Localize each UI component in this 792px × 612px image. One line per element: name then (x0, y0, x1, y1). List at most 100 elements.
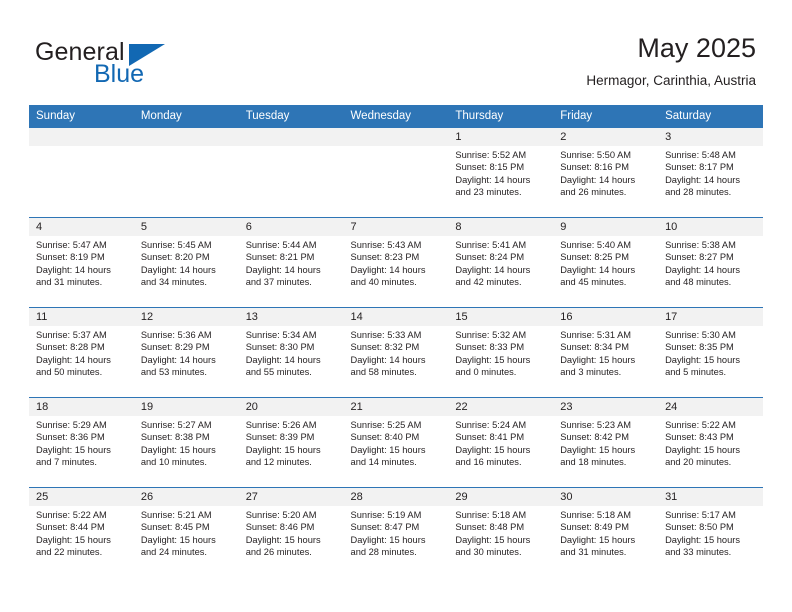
daylight-duration-line1: Daylight: 14 hours (350, 264, 426, 275)
page-masthead: General Blue May 2025 Hermagor, Carinthi… (0, 0, 792, 104)
day-number: 30 (553, 488, 659, 506)
logo-text-blue: Blue (94, 60, 145, 88)
daylight-duration-line2: and 48 minutes. (665, 277, 732, 288)
calendar-day-cell[interactable]: 5 Sunrise: 5:45 AM Sunset: 8:20 PM Daylight… (133, 217, 239, 308)
sunrise-time: Sunrise: 5:17 AM (665, 510, 736, 520)
calendar-day-cell[interactable]: 3 Sunrise: 5:48 AM Sunset: 8:17 PM Daylight… (658, 128, 763, 218)
sunrise-time: Sunrise: 5:22 AM (36, 510, 107, 520)
day-number: 23 (553, 398, 659, 416)
calendar-day-cell[interactable]: 14 Sunrise: 5:33 AM Sunset: 8:32 PM Dayligh… (343, 307, 449, 398)
sunset-time: Sunset: 8:43 PM (665, 432, 734, 443)
day-number: 31 (658, 488, 763, 506)
calendar-day-cell[interactable]: 20 Sunrise: 5:26 AM Sunset: 8:39 PM Dayligh… (238, 397, 344, 488)
sunset-time: Sunset: 8:24 PM (455, 252, 525, 263)
weekday-header-tuesday: Tuesday (238, 105, 344, 128)
day-number: 28 (343, 488, 449, 506)
sunset-time: Sunset: 8:23 PM (350, 252, 420, 263)
daylight-duration-line2: and 24 minutes. (140, 547, 207, 558)
sunrise-time: Sunrise: 5:33 AM (350, 330, 422, 340)
daylight-duration-line1: Daylight: 14 hours (245, 264, 321, 275)
day-cell-inner: 5 Sunrise: 5:45 AM Sunset: 8:20 PM Daylight… (133, 218, 239, 307)
day-cell-inner (343, 128, 449, 217)
sunrise-time: Sunrise: 5:27 AM (140, 420, 212, 430)
calendar-day-cell[interactable]: 30 Sunrise: 5:18 AM Sunset: 8:49 PM Dayligh… (553, 487, 659, 577)
calendar-week-row: 11 Sunrise: 5:37 AM Sunset: 8:28 PM Dayligh… (29, 307, 763, 398)
calendar-day-cell[interactable]: 21 Sunrise: 5:25 AM Sunset: 8:40 PM Dayligh… (343, 397, 449, 488)
day-cell-details: Sunrise: 5:22 AM Sunset: 8:44 PM Daylight:… (29, 506, 134, 559)
calendar-day-cell[interactable]: 7 Sunrise: 5:43 AM Sunset: 8:23 PM Daylight… (343, 217, 449, 308)
calendar-day-cell[interactable]: 26 Sunrise: 5:21 AM Sunset: 8:45 PM Dayligh… (133, 487, 239, 577)
day-number (238, 128, 344, 146)
day-cell-inner: 30 Sunrise: 5:18 AM Sunset: 8:49 PM Dayligh… (553, 488, 659, 577)
daylight-duration-line1: Daylight: 15 hours (245, 444, 321, 455)
calendar-day-cell[interactable]: 27 Sunrise: 5:20 AM Sunset: 8:46 PM Dayligh… (238, 487, 344, 577)
sunrise-time: Sunrise: 5:20 AM (245, 510, 317, 520)
calendar-day-cell[interactable]: 2 Sunrise: 5:50 AM Sunset: 8:16 PM Daylight… (553, 128, 659, 218)
day-cell-details: Sunrise: 5:21 AM Sunset: 8:45 PM Daylight:… (134, 506, 239, 559)
calendar-day-cell[interactable]: 19 Sunrise: 5:27 AM Sunset: 8:38 PM Dayligh… (133, 397, 239, 488)
day-cell-inner: 29 Sunrise: 5:18 AM Sunset: 8:48 PM Dayligh… (448, 488, 554, 577)
daylight-duration-line1: Daylight: 15 hours (560, 354, 636, 365)
sunrise-time: Sunrise: 5:47 AM (36, 240, 107, 250)
calendar-day-cell[interactable]: 15 Sunrise: 5:32 AM Sunset: 8:33 PM Dayligh… (448, 307, 554, 398)
calendar-day-cell[interactable]: 22 Sunrise: 5:24 AM Sunset: 8:41 PM Dayligh… (448, 397, 554, 488)
calendar-day-cell[interactable]: 13 Sunrise: 5:34 AM Sunset: 8:30 PM Dayligh… (238, 307, 344, 398)
calendar-day-cell[interactable]: 12 Sunrise: 5:36 AM Sunset: 8:29 PM Dayligh… (133, 307, 239, 398)
daylight-duration-line1: Daylight: 15 hours (350, 444, 426, 455)
calendar-day-cell[interactable]: 10 Sunrise: 5:38 AM Sunset: 8:27 PM Dayligh… (658, 217, 763, 308)
calendar-day-cell[interactable]: 29 Sunrise: 5:18 AM Sunset: 8:48 PM Dayligh… (448, 487, 554, 577)
calendar-day-cell[interactable]: 1 Sunrise: 5:52 AM Sunset: 8:15 PM Daylight… (448, 128, 554, 218)
daylight-duration-line2: and 45 minutes. (560, 277, 627, 288)
calendar-day-cell[interactable]: 16 Sunrise: 5:31 AM Sunset: 8:34 PM Dayligh… (553, 307, 659, 398)
daylight-duration-line2: and 26 minutes. (245, 547, 312, 558)
daylight-duration-line2: and 53 minutes. (140, 367, 207, 378)
sunset-time: Sunset: 8:35 PM (665, 342, 734, 353)
day-cell-inner: 13 Sunrise: 5:34 AM Sunset: 8:30 PM Dayligh… (238, 308, 344, 397)
daylight-duration-line1: Daylight: 14 hours (455, 174, 531, 185)
day-cell-inner: 4 Sunrise: 5:47 AM Sunset: 8:19 PM Daylight… (29, 218, 134, 307)
daylight-duration-line2: and 30 minutes. (455, 547, 522, 558)
weekday-header-row: Sunday Monday Tuesday Wednesday Thursday… (29, 105, 763, 128)
general-blue-logo[interactable]: General Blue (35, 38, 265, 94)
calendar-day-cell[interactable]: 25 Sunrise: 5:22 AM Sunset: 8:44 PM Dayligh… (29, 487, 134, 577)
daylight-duration-line1: Daylight: 15 hours (665, 444, 740, 455)
day-cell-details: Sunrise: 5:17 AM Sunset: 8:50 PM Daylight:… (658, 506, 763, 559)
day-number: 13 (238, 308, 344, 326)
calendar-day-cell[interactable]: 28 Sunrise: 5:19 AM Sunset: 8:47 PM Dayligh… (343, 487, 449, 577)
day-cell-details: Sunrise: 5:47 AM Sunset: 8:19 PM Daylight:… (29, 236, 134, 289)
page-title: May 2025 (637, 33, 756, 63)
calendar-day-cell[interactable]: 17 Sunrise: 5:30 AM Sunset: 8:35 PM Dayligh… (658, 307, 763, 398)
calendar-day-cell[interactable]: 6 Sunrise: 5:44 AM Sunset: 8:21 PM Daylight… (238, 217, 344, 308)
day-cell-inner: 15 Sunrise: 5:32 AM Sunset: 8:33 PM Dayligh… (448, 308, 554, 397)
daylight-duration-line2: and 7 minutes. (36, 457, 97, 468)
calendar-day-cell[interactable]: 11 Sunrise: 5:37 AM Sunset: 8:28 PM Dayligh… (29, 307, 134, 398)
day-cell-inner: 23 Sunrise: 5:23 AM Sunset: 8:42 PM Dayligh… (553, 398, 659, 487)
sunrise-time: Sunrise: 5:45 AM (140, 240, 212, 250)
day-cell-inner: 28 Sunrise: 5:19 AM Sunset: 8:47 PM Dayligh… (343, 488, 449, 577)
day-cell-details: Sunrise: 5:26 AM Sunset: 8:39 PM Daylight:… (239, 416, 344, 469)
day-cell-inner: 12 Sunrise: 5:36 AM Sunset: 8:29 PM Dayligh… (133, 308, 239, 397)
day-number: 22 (448, 398, 554, 416)
day-cell-details: Sunrise: 5:44 AM Sunset: 8:21 PM Daylight:… (239, 236, 344, 289)
sunset-time: Sunset: 8:33 PM (455, 342, 525, 353)
daylight-duration-line2: and 22 minutes. (36, 547, 103, 558)
daylight-duration-line1: Daylight: 15 hours (140, 534, 216, 545)
calendar-day-cell[interactable]: 24 Sunrise: 5:22 AM Sunset: 8:43 PM Dayligh… (658, 397, 763, 488)
calendar-page: General Blue May 2025 Hermagor, Carinthi… (0, 0, 792, 612)
sunset-time: Sunset: 8:50 PM (665, 522, 734, 533)
title-block: May 2025 Hermagor, Carinthia, Austria (586, 32, 756, 90)
calendar-day-cell[interactable]: 23 Sunrise: 5:23 AM Sunset: 8:42 PM Dayligh… (553, 397, 659, 488)
day-number: 20 (238, 398, 344, 416)
calendar-day-cell[interactable]: 9 Sunrise: 5:40 AM Sunset: 8:25 PM Daylight… (553, 217, 659, 308)
weekday-header-thursday: Thursday (448, 105, 554, 128)
sunset-time: Sunset: 8:27 PM (665, 252, 734, 263)
day-cell-details: Sunrise: 5:43 AM Sunset: 8:23 PM Daylight:… (344, 236, 449, 289)
day-cell-details: Sunrise: 5:41 AM Sunset: 8:24 PM Daylight:… (448, 236, 553, 289)
sunrise-time: Sunrise: 5:32 AM (455, 330, 527, 340)
calendar-day-cell[interactable]: 4 Sunrise: 5:47 AM Sunset: 8:19 PM Daylight… (29, 217, 134, 308)
calendar-day-cell[interactable]: 18 Sunrise: 5:29 AM Sunset: 8:36 PM Dayligh… (29, 397, 134, 488)
calendar-day-cell[interactable]: 8 Sunrise: 5:41 AM Sunset: 8:24 PM Daylight… (448, 217, 554, 308)
day-cell-inner: 27 Sunrise: 5:20 AM Sunset: 8:46 PM Dayligh… (238, 488, 344, 577)
daylight-duration-line1: Daylight: 15 hours (455, 354, 531, 365)
calendar-day-cell[interactable]: 31 Sunrise: 5:17 AM Sunset: 8:50 PM Dayligh… (658, 487, 763, 577)
